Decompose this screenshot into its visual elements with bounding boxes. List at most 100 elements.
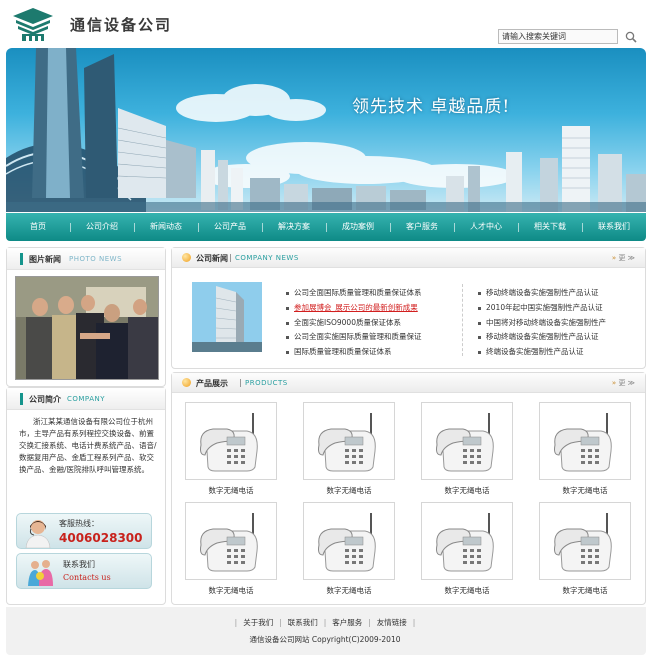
product-name[interactable]: 数字无绳电话 <box>185 585 277 596</box>
people-icon <box>28 560 53 586</box>
news-list-right: 移动终端设备实施强制性产品认证 2010年起中国实施强制性产品认证 中国将对移动… <box>478 286 606 360</box>
product-name[interactable]: 数字无绳电话 <box>303 485 395 496</box>
product-name[interactable]: 数字无绳电话 <box>539 585 631 596</box>
search-input[interactable] <box>498 29 618 44</box>
contact-us-label: 联系我们 <box>63 560 95 569</box>
product-image[interactable] <box>303 402 395 480</box>
product-image[interactable] <box>421 502 513 580</box>
news-item[interactable]: 国际质量管理和质量保证体系 <box>286 345 422 360</box>
section-dot-icon <box>182 253 191 262</box>
cordless-phone-icon <box>318 413 376 472</box>
company-intro-title: 公司简介 <box>29 395 61 404</box>
product-name[interactable]: 数字无绳电话 <box>539 485 631 496</box>
products-more-link[interactable]: » 更 ≫ <box>612 378 635 388</box>
product-card[interactable]: 数字无绳电话 <box>185 502 277 596</box>
products-header: 产品展示 PRODUCTS » 更 ≫ <box>172 373 645 393</box>
section-dot-icon <box>182 378 191 387</box>
products-subtitle: PRODUCTS <box>245 379 288 387</box>
product-image[interactable] <box>185 402 277 480</box>
footer-separator: | <box>234 618 238 627</box>
photo-news-subtitle: PHOTO NEWS <box>69 255 123 263</box>
product-image[interactable] <box>303 502 395 580</box>
news-item[interactable]: 2010年起中国实施强制性产品认证 <box>478 301 606 316</box>
nav-item-products[interactable]: 公司产品 <box>198 213 262 241</box>
hotline-label: 客服热线： <box>59 519 99 528</box>
news-item[interactable]: 移动终端设备实施强制性产品认证 <box>478 286 606 301</box>
nav-item-careers[interactable]: 人才中心 <box>454 213 518 241</box>
search-icon[interactable] <box>624 30 638 44</box>
more-dots-icon: ≫ <box>627 254 635 262</box>
nav-item-contact[interactable]: 联系我们 <box>582 213 646 241</box>
news-item[interactable]: 公司全面国际质量管理和质量保证体系 <box>286 286 422 301</box>
footer-link-contact[interactable]: 联系我们 <box>288 618 318 627</box>
footer-link-friends[interactable]: 友情链接 <box>377 618 407 627</box>
company-intro-subtitle: COMPANY <box>67 395 106 403</box>
banner-slogan: 领先技术 卓越品质! <box>352 97 511 117</box>
hotline-box[interactable]: 客服热线： 4006028300 <box>16 513 152 549</box>
banner: 领先技术 卓越品质! <box>6 48 646 212</box>
news-item[interactable]: 全面实施ISO9000质量保证体系 <box>286 316 422 331</box>
title-separator <box>230 254 231 262</box>
nav-item-service[interactable]: 客户服务 <box>390 213 454 241</box>
nav-item-home[interactable]: 首页 <box>6 213 70 241</box>
footer-link-about[interactable]: 关于我们 <box>243 618 273 627</box>
product-name[interactable]: 数字无绳电话 <box>421 585 513 596</box>
more-label: 更 <box>618 379 626 387</box>
product-card[interactable]: 数字无绳电话 <box>421 502 513 596</box>
company-news-title: 公司新闻 <box>196 254 228 263</box>
footer <box>6 607 646 655</box>
company-news-panel: 公司新闻 COMPANY NEWS » 更 ≫ 公司全面国际质量管理和质量保证体… <box>171 247 646 369</box>
main-nav: 首页 公司介绍 新闻动态 公司产品 解决方案 成功案例 客户服务 人才中心 相关… <box>6 213 646 241</box>
product-image[interactable] <box>421 402 513 480</box>
nav-item-about[interactable]: 公司介绍 <box>70 213 134 241</box>
news-item[interactable]: 中国将对移动终端设备实施强制性产 <box>478 316 606 331</box>
product-image[interactable] <box>539 502 631 580</box>
product-card[interactable]: 数字无绳电话 <box>539 402 631 496</box>
news-item[interactable]: 终端设备实施强制性产品认证 <box>478 345 606 360</box>
product-image[interactable] <box>539 402 631 480</box>
photo-news-title: 图片新闻 <box>29 255 61 264</box>
news-more-link[interactable]: » 更 ≫ <box>612 253 635 263</box>
product-image[interactable] <box>185 502 277 580</box>
product-name[interactable]: 数字无绳电话 <box>303 585 395 596</box>
product-card[interactable]: 数字无绳电话 <box>421 402 513 496</box>
more-dots-icon: ≫ <box>627 379 635 387</box>
customer-service-icon <box>25 520 51 548</box>
cordless-phone-icon <box>200 413 258 472</box>
photo-news-header: 图片新闻 PHOTO NEWS <box>7 248 165 270</box>
logo-icon[interactable] <box>12 8 54 42</box>
product-name[interactable]: 数字无绳电话 <box>421 485 513 496</box>
news-item[interactable]: 移动终端设备实施强制性产品认证 <box>478 330 606 345</box>
footer-separator: | <box>412 618 416 627</box>
company-news-subtitle: COMPANY NEWS <box>235 254 299 262</box>
product-name[interactable]: 数字无绳电话 <box>185 485 277 496</box>
product-card[interactable]: 数字无绳电话 <box>303 502 395 596</box>
nav-item-solutions[interactable]: 解决方案 <box>262 213 326 241</box>
news-list-left: 公司全面国际质量管理和质量保证体系 参加展博会_展示公司的最新创新成果 全面实施… <box>286 286 422 360</box>
cordless-phone-icon <box>200 513 258 572</box>
nav-item-cases[interactable]: 成功案例 <box>326 213 390 241</box>
contact-us-box[interactable]: 联系我们 Contacts us <box>16 553 152 589</box>
hotline-number: 4006028300 <box>59 531 143 545</box>
product-card[interactable]: 数字无绳电话 <box>303 402 395 496</box>
product-card[interactable]: 数字无绳电话 <box>539 502 631 596</box>
footer-separator: | <box>323 618 327 627</box>
news-photo[interactable] <box>15 276 159 380</box>
city-skyline-image <box>6 48 646 212</box>
product-card[interactable]: 数字无绳电话 <box>185 402 277 496</box>
news-item[interactable]: 公司全面实施国际质量管理和质量保证 <box>286 330 422 345</box>
nav-item-news[interactable]: 新闻动态 <box>134 213 198 241</box>
footer-link-service[interactable]: 客户服务 <box>332 618 362 627</box>
nav-item-downloads[interactable]: 相关下载 <box>518 213 582 241</box>
site-name[interactable]: 通信设备公司 <box>70 14 172 35</box>
news-item-highlight[interactable]: 参加展博会_展示公司的最新创新成果 <box>286 301 422 316</box>
news-divider <box>462 284 463 356</box>
company-intro-text: 浙江某某通信设备有限公司位于杭州市，主导产品有系列程控交换设备、前置交换汇接系统… <box>19 417 157 474</box>
news-building-image[interactable] <box>192 282 262 352</box>
cordless-phone-icon <box>554 513 612 572</box>
footer-separator: | <box>279 618 282 627</box>
footer-links: | 关于我们 | 联系我们 | 客户服务 | 友情链接 | <box>0 617 650 628</box>
cordless-phone-icon <box>554 413 612 472</box>
section-marker <box>20 253 23 265</box>
more-arrow-icon: » <box>611 254 617 262</box>
